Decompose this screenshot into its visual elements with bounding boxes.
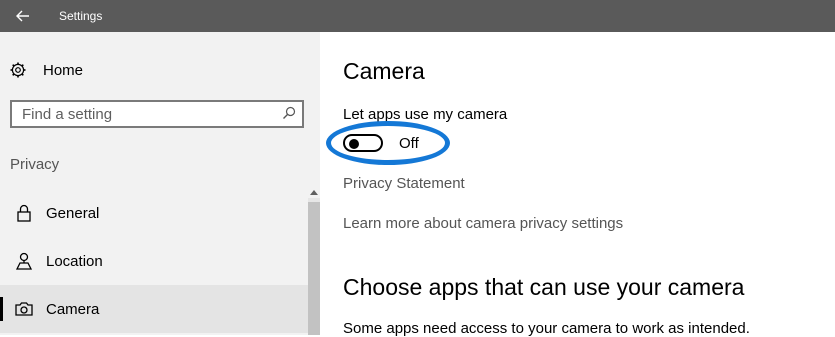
scrollbar-thumb[interactable] [308, 202, 320, 335]
learn-more-link[interactable]: Learn more about camera privacy settings [343, 215, 623, 232]
gear-icon [10, 62, 26, 78]
sidebar-item-camera[interactable]: Camera [0, 285, 308, 333]
search-input[interactable]: Find a setting [10, 100, 304, 128]
sidebar: Home Find a setting Privacy General Loca… [0, 32, 320, 335]
home-label: Home [43, 61, 84, 79]
privacy-statement-link[interactable]: Privacy Statement [343, 175, 465, 192]
back-arrow-icon [16, 10, 29, 22]
selection-indicator [0, 297, 3, 321]
back-button[interactable] [0, 0, 46, 32]
scroll-up-arrow-icon [310, 189, 318, 195]
location-icon [16, 252, 32, 270]
title-bar: Settings [0, 0, 835, 32]
section-description: Some apps need access to your camera to … [343, 320, 750, 337]
scroll-up-button[interactable] [308, 186, 320, 198]
camera-access-label: Let apps use my camera [343, 106, 508, 123]
camera-icon [15, 302, 33, 316]
toggle-state-label: Off [399, 135, 419, 152]
toggle-knob [349, 139, 359, 149]
sidebar-item-location[interactable]: Location [0, 237, 308, 285]
camera-access-toggle[interactable] [343, 134, 383, 152]
sidebar-item-general[interactable]: General [0, 189, 308, 237]
lock-icon [17, 204, 31, 222]
sidebar-item-label: Camera [46, 300, 100, 318]
search-icon[interactable] [282, 106, 296, 120]
window-title: Settings [59, 9, 103, 23]
home-nav-item[interactable]: Home [10, 58, 83, 82]
page-title: Camera [343, 58, 425, 84]
sidebar-item-label: General [46, 204, 100, 222]
search-placeholder: Find a setting [22, 106, 113, 123]
privacy-section-label: Privacy [10, 156, 60, 173]
sidebar-item-label: Location [46, 252, 103, 270]
section-heading: Choose apps that can use your camera [343, 274, 745, 300]
